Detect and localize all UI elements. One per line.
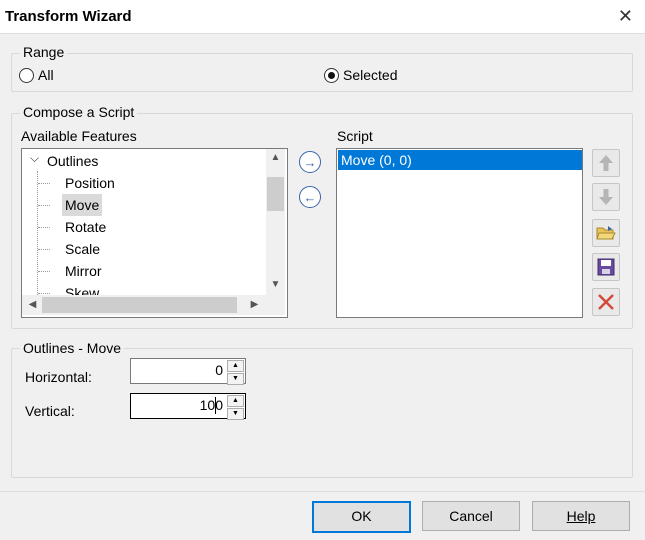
move-down-icon <box>599 189 613 205</box>
vertical-spinbox[interactable]: 100 ▲ ▼ <box>130 393 246 420</box>
save-script-button[interactable] <box>592 253 620 281</box>
vertical-spin-buttons[interactable]: ▲ ▼ <box>227 395 244 420</box>
tree-item-scale[interactable]: Scale <box>22 238 262 260</box>
spin-down-icon[interactable]: ▼ <box>227 373 244 385</box>
help-button[interactable]: Help <box>532 501 630 531</box>
tree-item-move[interactable]: Move <box>22 194 262 216</box>
tree-item-label: Rotate <box>65 219 107 235</box>
tree-item-label: Position <box>65 175 115 191</box>
open-script-button[interactable] <box>592 219 620 247</box>
radio-selected-label: Selected <box>343 67 398 83</box>
scroll-right-icon[interactable]: ▶ <box>246 299 263 310</box>
arrow-right-icon: → <box>299 151 321 173</box>
radio-all[interactable]: All <box>19 67 54 83</box>
title-bar: Transform Wizard ✕ <box>0 0 645 34</box>
add-to-script-button[interactable]: → <box>297 149 323 175</box>
move-up-icon <box>599 155 613 171</box>
tree-item-label: Scale <box>65 241 101 257</box>
spin-up-icon[interactable]: ▲ <box>227 395 244 407</box>
hscroll-thumb[interactable] <box>42 297 237 313</box>
features-tree[interactable]: ⌵ Outlines Position Move Rotate Scale Mi… <box>21 148 288 318</box>
scroll-left-icon[interactable]: ◀ <box>24 299 41 310</box>
scroll-down-icon[interactable]: ▼ <box>267 279 284 290</box>
params-group <box>11 348 633 478</box>
arrow-left-icon: ← <box>299 186 321 208</box>
help-button-label: Help <box>566 508 596 524</box>
horizontal-spin-buttons[interactable]: ▲ ▼ <box>227 360 244 385</box>
radio-selected-indicator[interactable] <box>324 67 339 83</box>
radio-selected[interactable]: Selected <box>324 67 397 83</box>
script-label: Script <box>337 128 373 144</box>
horizontal-label: Horizontal: <box>25 369 92 385</box>
tree-item-label: Mirror <box>65 263 102 279</box>
scroll-up-icon[interactable]: ▲ <box>267 152 284 163</box>
chevron-down-icon[interactable]: ⌵ <box>30 149 39 169</box>
window-title: Transform Wizard <box>5 8 132 25</box>
cancel-button[interactable]: Cancel <box>422 501 520 531</box>
move-up-button[interactable] <box>592 149 620 177</box>
delete-x-icon <box>598 294 614 310</box>
tree-item-mirror[interactable]: Mirror <box>22 260 262 282</box>
vertical-label: Vertical: <box>25 403 75 419</box>
script-item[interactable]: Move (0, 0) <box>338 150 582 170</box>
available-features-label: Available Features <box>21 128 137 144</box>
horizontal-spinbox[interactable]: 0 ▲ ▼ <box>130 358 246 385</box>
radio-all-label: All <box>38 67 54 83</box>
text-caret <box>215 397 216 414</box>
range-group <box>11 53 633 92</box>
save-disk-icon <box>597 258 615 276</box>
tree-item-rotate[interactable]: Rotate <box>22 216 262 238</box>
delete-script-button[interactable] <box>592 288 620 316</box>
compose-legend: Compose a Script <box>20 104 138 120</box>
close-icon[interactable]: ✕ <box>618 6 633 27</box>
move-down-button[interactable] <box>592 183 620 211</box>
tree-horizontal-scrollbar[interactable]: ◀ ▶ <box>22 295 285 315</box>
vertical-value[interactable]: 100 <box>200 397 223 413</box>
spin-down-icon[interactable]: ▼ <box>227 408 244 420</box>
tree-item-label: Outlines <box>47 153 99 169</box>
tree-item-outlines[interactable]: ⌵ Outlines <box>22 150 262 172</box>
tree-item-label: Move <box>62 194 103 216</box>
tree-item-position[interactable]: Position <box>22 172 262 194</box>
scroll-thumb[interactable] <box>267 177 284 211</box>
ok-button[interactable]: OK <box>312 501 411 533</box>
params-legend: Outlines - Move <box>20 340 125 356</box>
radio-all-indicator[interactable] <box>19 67 34 83</box>
spin-up-icon[interactable]: ▲ <box>227 360 244 372</box>
tree-vertical-scrollbar[interactable]: ▲ ▼ <box>266 149 285 295</box>
open-folder-icon <box>596 226 616 240</box>
range-legend: Range <box>20 44 68 60</box>
remove-from-script-button[interactable]: ← <box>297 184 323 210</box>
script-list[interactable]: Move (0, 0) <box>336 148 583 318</box>
horizontal-value[interactable]: 0 <box>215 362 223 378</box>
